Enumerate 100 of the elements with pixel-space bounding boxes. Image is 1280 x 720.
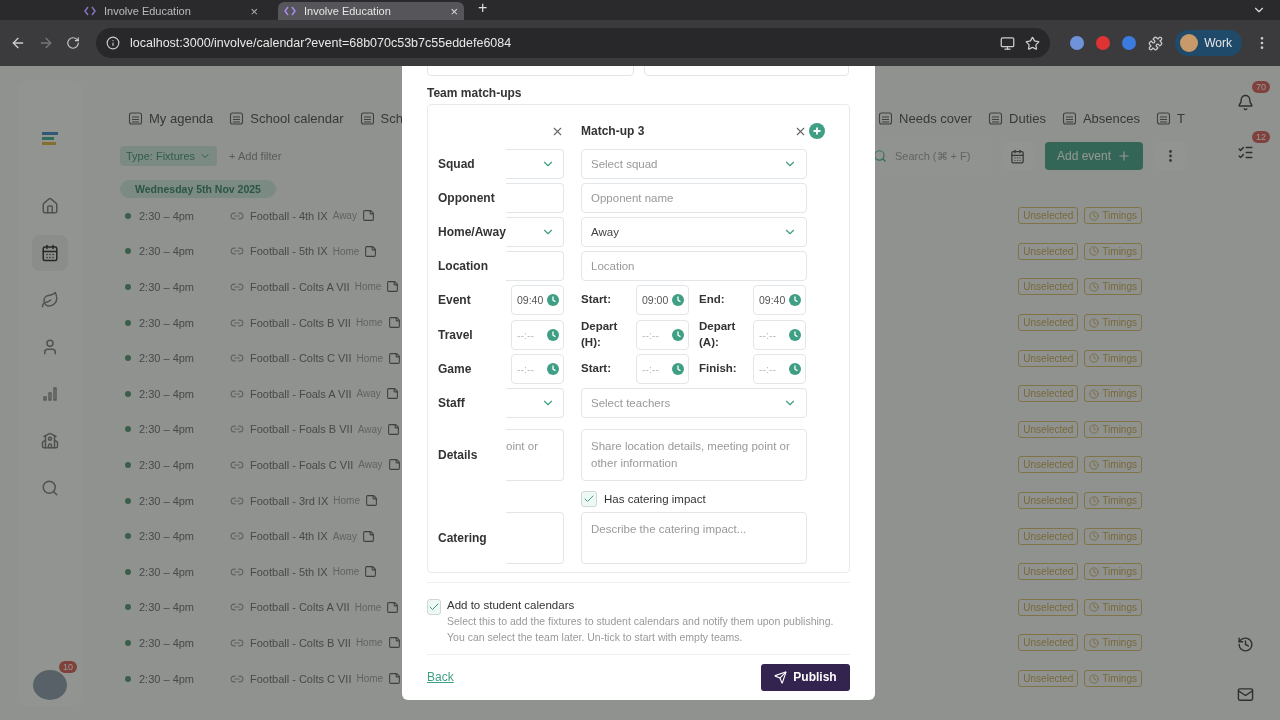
- timings-tag[interactable]: Timings: [1084, 349, 1142, 367]
- note-icon: [386, 600, 400, 614]
- bell-icon: [1236, 93, 1254, 111]
- select-field[interactable]: Away: [581, 217, 807, 247]
- event-title[interactable]: Football - Colts A VII: [250, 601, 350, 614]
- time-field[interactable]: --:--: [753, 319, 806, 350]
- status-tag: Unselected: [1018, 456, 1079, 474]
- address-bar[interactable]: localhost:3000/involve/calendar?event=68b070c53b7c55eddefe6084: [96, 28, 1051, 58]
- add-icon[interactable]: [809, 123, 825, 139]
- event-time: 2:30 – 4pm: [139, 281, 196, 293]
- extension-icon[interactable]: [1096, 36, 1111, 50]
- timings-tag[interactable]: Timings: [1084, 207, 1142, 225]
- timings-tag[interactable]: Timings: [1084, 385, 1142, 403]
- date-heading: Wednesday 5th Nov 2025: [120, 180, 276, 198]
- event-title[interactable]: Football - Foals B VII: [250, 423, 353, 436]
- time-field[interactable]: 09:40: [511, 285, 564, 315]
- event-title[interactable]: Football - Colts A VII: [250, 281, 350, 293]
- student-calendars-checkbox[interactable]: [427, 599, 441, 616]
- select-field[interactable]: [506, 388, 564, 419]
- select-field[interactable]: Select squad: [581, 149, 807, 179]
- nav-tab[interactable]: Duties: [988, 106, 1046, 130]
- history-icon: [1236, 635, 1254, 653]
- avatar[interactable]: [33, 670, 67, 700]
- add-event-button[interactable]: Add event: [1044, 142, 1143, 170]
- input-field[interactable]: [506, 183, 564, 213]
- select-field[interactable]: [506, 149, 564, 179]
- filter-chip[interactable]: Type: Fixtures: [120, 146, 218, 166]
- event-title[interactable]: Football - Colts B VII: [250, 636, 351, 649]
- status-tag: Unselected: [1018, 385, 1079, 403]
- select-field[interactable]: Select teachers: [581, 388, 807, 419]
- time-field[interactable]: --:--: [753, 354, 806, 385]
- event-title[interactable]: Football - 3rd IX: [250, 494, 329, 507]
- school-icon: [41, 432, 59, 450]
- nav-tab[interactable]: My agenda: [128, 106, 214, 130]
- star-icon[interactable]: [1025, 35, 1041, 51]
- browser-tab[interactable]: Involve Education ×: [78, 2, 264, 20]
- calendar-list-icon: [1061, 110, 1077, 126]
- nav-tab[interactable]: Needs cover: [878, 106, 973, 130]
- back-link[interactable]: Back: [427, 670, 454, 685]
- sidebar-item[interactable]: [32, 235, 68, 271]
- catering-field[interactable]: [506, 512, 564, 565]
- status-dot: [125, 675, 131, 682]
- event-time: 2:30 – 4pm: [139, 352, 196, 365]
- publish-button[interactable]: Publish: [761, 663, 850, 691]
- clock-icon: [1089, 246, 1100, 257]
- details-field[interactable]: Share location details, meeting point or other information: [581, 429, 807, 482]
- event-title[interactable]: Football - Colts C VII: [250, 672, 352, 685]
- timings-tag[interactable]: Timings: [1084, 278, 1142, 296]
- timings-tag[interactable]: Timings: [1084, 242, 1142, 260]
- nav-tab[interactable]: Sch: [359, 106, 403, 130]
- note-icon: [388, 351, 402, 365]
- time-field[interactable]: --:--: [511, 319, 564, 350]
- clock-icon: [1089, 673, 1100, 684]
- nav-tab[interactable]: Absences: [1061, 106, 1141, 130]
- nav-tab[interactable]: T: [1156, 106, 1185, 130]
- time-field[interactable]: --:--: [636, 319, 689, 350]
- catering-checkbox[interactable]: [581, 491, 597, 508]
- status-dot: [125, 284, 131, 290]
- close-tab-button[interactable]: ×: [250, 4, 258, 18]
- time-field[interactable]: 09:40: [753, 285, 806, 315]
- details-field[interactable]: oint or: [506, 429, 564, 482]
- timings-tag[interactable]: Timings: [1084, 634, 1142, 652]
- event-title[interactable]: Football - 4th IX: [250, 209, 328, 222]
- nav-tab[interactable]: School calendar: [229, 106, 344, 130]
- event-title[interactable]: Football - 5th IX: [250, 565, 328, 578]
- event-title[interactable]: Football - Foals C VII: [250, 458, 354, 471]
- close-tab-button[interactable]: ×: [450, 4, 458, 18]
- time-field[interactable]: --:--: [636, 354, 689, 385]
- reload-icon[interactable]: [66, 36, 80, 50]
- extension-icon[interactable]: [1122, 36, 1137, 50]
- catering-field[interactable]: Describe the catering impact...: [581, 512, 807, 565]
- event-title[interactable]: Football - Colts B VII: [250, 316, 351, 329]
- timings-tag[interactable]: Timings: [1084, 420, 1142, 438]
- event-title[interactable]: Football - 5th IX: [250, 245, 328, 258]
- browser-tab[interactable]: Involve Education ×: [278, 2, 464, 20]
- input-field[interactable]: Opponent name: [581, 183, 807, 213]
- input-field[interactable]: Location: [581, 251, 807, 281]
- timings-tag[interactable]: Timings: [1084, 563, 1142, 581]
- event-title[interactable]: Football - Foals A VII: [250, 387, 352, 400]
- select-field[interactable]: [506, 217, 564, 247]
- time-field[interactable]: --:--: [511, 354, 564, 385]
- extension-icon[interactable]: [1070, 36, 1085, 50]
- timings-tag[interactable]: Timings: [1084, 527, 1142, 545]
- profile-button[interactable]: Work: [1175, 30, 1242, 56]
- timings-tag[interactable]: Timings: [1084, 314, 1142, 332]
- match-up-title: Match-up 3: [581, 124, 645, 138]
- field-label: Opponent: [438, 191, 496, 205]
- info-icon: [106, 36, 120, 50]
- event-title[interactable]: Football - 4th IX: [250, 530, 328, 543]
- time-field[interactable]: 09:00: [636, 285, 689, 315]
- input-field[interactable]: [506, 251, 564, 281]
- timings-tag[interactable]: Timings: [1084, 492, 1142, 510]
- timings-tag[interactable]: Timings: [1084, 456, 1142, 474]
- new-tab-button[interactable]: +: [478, 0, 488, 16]
- back-icon[interactable]: [10, 35, 26, 51]
- event-title[interactable]: Football - Colts C VII: [250, 352, 352, 365]
- timings-tag[interactable]: Timings: [1084, 670, 1142, 687]
- extensions-icon[interactable]: [1148, 35, 1164, 51]
- timings-tag[interactable]: Timings: [1084, 598, 1142, 616]
- forward-icon[interactable]: [38, 35, 54, 51]
